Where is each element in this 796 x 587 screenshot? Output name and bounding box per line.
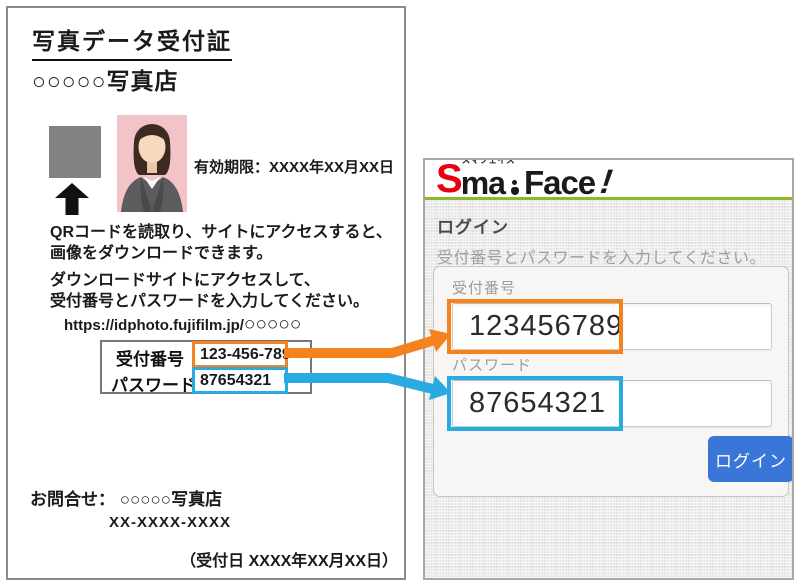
site-instruction-line1: ダウンロードサイトにアクセスして、	[50, 270, 369, 291]
receipt-password-label: パスワード	[111, 371, 196, 396]
screenshot-root: 写真データ受付証 ○○○○○写真店 有効期限：XXXX年XX月XX日 QRコード	[0, 0, 796, 587]
smaface-app-window: S スマフェイスma Face ! ログイン 受付番号とパスワードを入力してくだ…	[423, 158, 794, 580]
contact-shop: ○○○○○写真店	[120, 490, 222, 509]
site-instruction: ダウンロードサイトにアクセスして、 受付番号とパスワードを入力してください。	[50, 270, 369, 312]
logo-separator-icon	[511, 180, 519, 195]
qr-instruction: QRコードを読取り、サイトにアクセスすると、 画像をダウンロードできます。	[50, 222, 392, 264]
download-url: https://idphoto.fujifilm.jp/○○○○○	[64, 314, 301, 336]
logo-face-text: Face	[524, 166, 595, 199]
logo-letters-ma: スマフェイスma	[461, 158, 505, 199]
password-input[interactable]: 87654321	[452, 380, 772, 427]
logo-ruby-text: スマフェイス	[462, 158, 516, 165]
app-password-label: パスワード	[452, 354, 532, 375]
smaface-logo: S スマフェイスma Face !	[436, 158, 612, 199]
received-date: （受付日 XXXX年XX月XX日）	[180, 547, 398, 571]
app-header: S スマフェイスma Face !	[425, 160, 794, 200]
app-number-label: 受付番号	[452, 277, 516, 298]
login-button[interactable]: ログイン	[708, 436, 794, 482]
receipt-number-label: 受付番号	[116, 345, 184, 370]
site-instruction-line2: 受付番号とパスワードを入力してください。	[50, 291, 369, 312]
login-heading: ログイン	[437, 213, 509, 238]
login-form-panel: 受付番号 123456789 パスワード 87654321 ログイン	[433, 266, 789, 497]
download-url-suffix: ○○○○○	[244, 314, 301, 335]
download-url-prefix: https://idphoto.fujifilm.jp/	[64, 317, 244, 334]
logo-ma-text: ma	[461, 165, 505, 201]
qr-instruction-line1: QRコードを読取り、サイトにアクセスすると、	[50, 222, 392, 243]
contact-label: お問合せ：	[30, 490, 115, 509]
receipt-password-value: 87654321	[192, 367, 288, 394]
qr-code-placeholder	[49, 126, 101, 178]
expiry-date: 有効期限：XXXX年XX月XX日	[194, 156, 394, 177]
contact-line: お問合せ： ○○○○○写真店	[30, 485, 222, 510]
logo-letter-s: S	[436, 159, 461, 199]
number-input[interactable]: 123456789	[452, 303, 772, 350]
login-instruction: 受付番号とパスワードを入力してください。	[437, 244, 766, 268]
contact-phone: XX-XXXX-XXXX	[109, 514, 231, 531]
receipt-title: 写真データ受付証	[32, 22, 232, 61]
qr-instruction-line2: 画像をダウンロードできます。	[50, 243, 392, 264]
receipt-shop-name: ○○○○○写真店	[32, 62, 178, 96]
arrow-up-icon	[55, 183, 89, 215]
id-photo	[117, 115, 187, 212]
logo-exclamation: !	[596, 165, 618, 199]
receipt-card: 写真データ受付証 ○○○○○写真店 有効期限：XXXX年XX月XX日 QRコード	[6, 6, 406, 580]
receipt-number-value: 123-456-789	[192, 341, 288, 368]
